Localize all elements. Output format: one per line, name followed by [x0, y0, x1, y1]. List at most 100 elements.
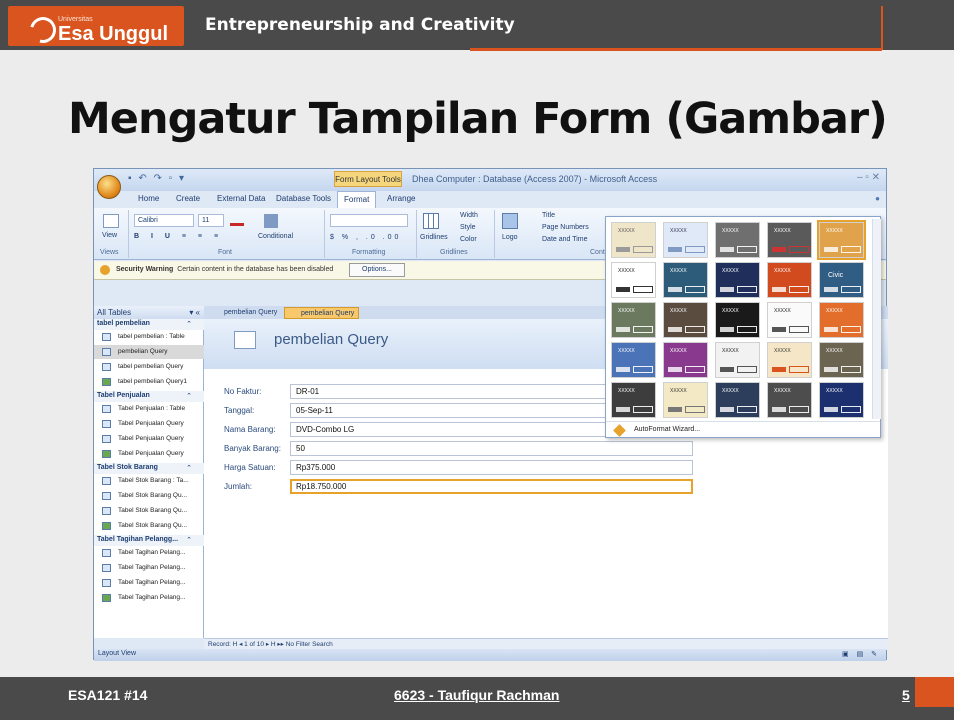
width-button[interactable]: Width — [460, 212, 478, 219]
thumb-bar — [824, 247, 838, 252]
header-title: Entrepreneurship and Creativity — [205, 15, 515, 35]
theme-thumb[interactable]: XXXXX — [663, 302, 708, 338]
thumb-bar — [772, 367, 786, 372]
theme-thumb[interactable]: XXXXX — [819, 342, 864, 378]
theme-thumb[interactable]: XXXXX — [715, 222, 760, 258]
theme-thumb-civic[interactable]: Civic — [819, 262, 864, 298]
autoformat-wizard-item[interactable]: AutoFormat Wizard... — [606, 421, 880, 438]
window-controls[interactable]: – ▫ ✕ — [857, 172, 880, 183]
thumb-text: XXXXX — [774, 388, 791, 394]
theme-thumb[interactable]: XXXXX — [715, 342, 760, 378]
view-button[interactable]: View — [102, 232, 117, 239]
nav-item[interactable]: Tabel Tagihan Pelang... — [94, 561, 204, 575]
thumb-text: XXXXX — [670, 388, 687, 394]
logo-button[interactable]: Logo — [502, 234, 518, 241]
format-select[interactable] — [330, 214, 408, 227]
title-button[interactable]: Title — [542, 212, 555, 219]
theme-thumb[interactable]: XXXXX — [663, 262, 708, 298]
theme-thumb[interactable]: XXXXX — [767, 222, 812, 258]
thumb-box — [633, 326, 653, 333]
tab-database-tools[interactable]: Database Tools — [276, 194, 331, 203]
field-harga-satuan[interactable]: Rp375.000 — [290, 460, 693, 475]
nav-group-label: Tabel Penjualan — [97, 392, 150, 399]
tab-home[interactable]: Home — [138, 194, 159, 203]
theme-thumb-selected[interactable]: XXXXX — [817, 220, 866, 260]
theme-thumb[interactable]: XXXXX — [611, 222, 656, 258]
thumb-bar — [668, 327, 682, 332]
theme-thumb[interactable]: XXXXX — [663, 382, 708, 418]
tab-create[interactable]: Create — [176, 194, 200, 203]
theme-thumb[interactable]: XXXXX — [767, 342, 812, 378]
font-style-buttons[interactable]: B I U ≡ ≡ ≡ — [134, 233, 223, 240]
tab-external-data[interactable]: External Data — [217, 194, 265, 203]
theme-thumb[interactable]: XXXXX — [767, 302, 812, 338]
theme-thumb[interactable]: XXXXX — [611, 342, 656, 378]
theme-thumb[interactable]: XXXXX — [663, 222, 708, 258]
nav-group-tabel-pembelian[interactable]: tabel pembelian ⌃ — [94, 319, 204, 330]
nav-item[interactable]: tabel pembelian : Table — [94, 330, 204, 344]
nav-item[interactable]: Tabel Tagihan Pelang... — [94, 591, 204, 605]
tab-format[interactable]: Format — [337, 191, 377, 208]
number-format-buttons[interactable]: $ % , .0 .00 — [330, 234, 401, 241]
tab-arrange[interactable]: Arrange — [387, 194, 415, 203]
thumb-bar — [616, 407, 630, 412]
nav-item[interactable]: Tabel Penjualan Query — [94, 447, 204, 461]
chevron-up-icon[interactable]: ⌃ — [186, 392, 192, 400]
theme-thumb[interactable]: XXXXX — [767, 262, 812, 298]
field-banyak-barang[interactable]: 50 — [290, 441, 693, 456]
thumb-bar — [772, 407, 786, 412]
nav-item-selected[interactable]: pembelian Query — [94, 345, 204, 359]
theme-thumb[interactable]: XXXXX — [611, 262, 656, 298]
nav-header[interactable]: All Tables ▾ « — [94, 306, 204, 319]
chevron-up-icon[interactable]: ⌃ — [186, 536, 192, 544]
date-time-button[interactable]: Date and Time — [542, 236, 588, 243]
color-button[interactable]: Color — [460, 236, 477, 243]
doc-tab-form[interactable]: pembelian Query — [284, 307, 360, 319]
thumb-box — [633, 286, 653, 293]
thumb-bar — [720, 367, 734, 372]
quick-access-toolbar[interactable]: ▪ ↶ ↷ ▫ ▾ — [128, 173, 186, 184]
nav-item[interactable]: Tabel Penjualan Query — [94, 417, 204, 431]
font-name-select[interactable]: Calibri — [134, 214, 194, 227]
nav-item[interactable]: Tabel Penjualan Query — [94, 432, 204, 446]
page-numbers-button[interactable]: Page Numbers — [542, 224, 589, 231]
theme-thumb[interactable]: XXXXX — [715, 382, 760, 418]
theme-thumb[interactable]: XXXXX — [611, 302, 656, 338]
view-switch-icons[interactable]: ▣ ▤ ✎ — [842, 650, 880, 658]
nav-item[interactable]: Tabel Tagihan Pelang... — [94, 576, 204, 590]
theme-thumb[interactable]: XXXXX — [611, 382, 656, 418]
thumb-box — [841, 246, 861, 253]
nav-item[interactable]: Tabel Penjualan : Table — [94, 402, 204, 416]
help-icon[interactable]: ● — [875, 194, 880, 203]
thumb-bar — [824, 327, 838, 332]
conditional-button[interactable]: Conditional — [258, 233, 293, 240]
gallery-scrollbar[interactable] — [872, 219, 881, 419]
theme-thumb[interactable]: XXXXX — [663, 342, 708, 378]
options-button[interactable]: Options... — [349, 263, 405, 277]
chevron-up-icon[interactable]: ⌃ — [186, 320, 192, 328]
font-color-icon[interactable] — [230, 212, 244, 226]
doc-tab-query[interactable]: pembelian Query — [208, 307, 281, 319]
nav-item[interactable]: Tabel Stok Barang Qu... — [94, 504, 204, 518]
nav-item[interactable]: Tabel Stok Barang : Ta... — [94, 474, 204, 488]
nav-item[interactable]: Tabel Stok Barang Qu... — [94, 489, 204, 503]
field-jumlah[interactable]: Rp18.750.000 — [290, 479, 693, 494]
theme-thumb[interactable]: XXXXX — [715, 262, 760, 298]
theme-thumb[interactable]: XXXXX — [819, 302, 864, 338]
nav-group-tabel-penjualan[interactable]: Tabel Penjualan ⌃ — [94, 391, 204, 402]
theme-thumb[interactable]: XXXXX — [715, 302, 760, 338]
thumb-box — [737, 246, 757, 253]
nav-item[interactable]: Tabel Tagihan Pelang... — [94, 546, 204, 560]
style-button[interactable]: Style — [460, 224, 476, 231]
chevron-up-icon[interactable]: ⌃ — [186, 464, 192, 472]
nav-item[interactable]: tabel pembelian Query — [94, 360, 204, 374]
chevron-down-icon[interactable]: ▾ « — [189, 308, 200, 317]
nav-item[interactable]: tabel pembelian Query1 — [94, 375, 204, 389]
theme-thumb[interactable]: XXXXX — [767, 382, 812, 418]
nav-group-tabel-tagihan[interactable]: Tabel Tagihan Pelangg... ⌃ — [94, 535, 204, 546]
nav-group-tabel-stok-barang[interactable]: Tabel Stok Barang ⌃ — [94, 463, 204, 474]
font-size-select[interactable]: 11 — [198, 214, 224, 227]
gridlines-button[interactable]: Gridlines — [420, 234, 448, 241]
theme-thumb[interactable]: XXXXX — [819, 382, 864, 418]
nav-item[interactable]: Tabel Stok Barang Qu... — [94, 519, 204, 533]
